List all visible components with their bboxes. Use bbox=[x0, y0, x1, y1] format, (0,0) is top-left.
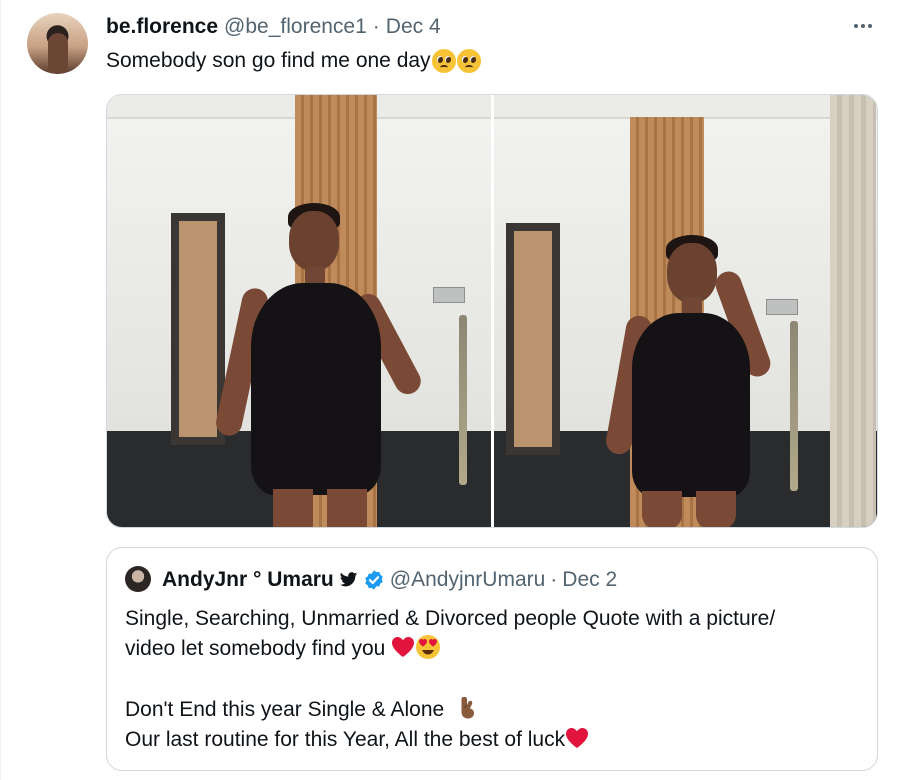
red-heart-emoji-icon bbox=[392, 637, 415, 657]
quoted-tweet-date: Dec 2 bbox=[562, 568, 618, 591]
timeline-divider bbox=[0, 0, 1, 780]
quoted-text-line: video let somebody find you bbox=[125, 634, 855, 664]
quoted-text-segment: Don't End this year Single & Alone bbox=[125, 698, 445, 721]
quoted-text-segment: video let somebody find you bbox=[125, 637, 386, 660]
tweet-date[interactable]: Dec 4 bbox=[386, 15, 441, 39]
photo-1[interactable] bbox=[107, 95, 491, 527]
author-avatar[interactable] bbox=[27, 13, 88, 74]
more-options-icon[interactable] bbox=[849, 14, 877, 38]
quoted-author-handle: @AndyjnrUmaru bbox=[389, 568, 546, 591]
verified-badge-icon bbox=[365, 570, 383, 590]
pleading-face-emoji-icon bbox=[456, 49, 481, 73]
heart-eyes-emoji-icon bbox=[416, 635, 441, 659]
quoted-text-line: Single, Searching, Unmarried & Divorced … bbox=[125, 607, 776, 630]
author-display-name[interactable]: be.florence bbox=[106, 15, 218, 39]
tweet-text-content: Somebody son go find me one day bbox=[106, 49, 431, 72]
photo-2[interactable] bbox=[493, 95, 877, 527]
quoted-text-segment: Our last routine for this Year, All the … bbox=[125, 728, 566, 751]
tweet-text: Somebody son go find me one day bbox=[106, 47, 481, 75]
quoted-author-display-name: AndyJnr ° Umaru bbox=[162, 568, 334, 591]
quoted-author-avatar bbox=[125, 566, 151, 592]
pleading-face-emoji-icon bbox=[431, 49, 456, 73]
twitter-bird-icon bbox=[339, 572, 357, 587]
quoted-tweet-header: AndyJnr ° Umaru @AndyjnrUmaru · Dec 2 bbox=[162, 566, 617, 594]
author-handle[interactable]: @be_florence1 bbox=[224, 15, 367, 39]
quoted-tweet[interactable]: AndyJnr ° Umaru @AndyjnrUmaru · Dec 2 Si… bbox=[106, 547, 878, 771]
separator-dot: · bbox=[372, 15, 380, 38]
pinching-hand-emoji-icon bbox=[461, 697, 475, 719]
quoted-text-line: Our last routine for this Year, All the … bbox=[125, 725, 855, 755]
media-grid bbox=[106, 94, 878, 528]
quoted-separator-dot: · bbox=[550, 568, 558, 591]
quoted-tweet-text: Single, Searching, Unmarried & Divorced … bbox=[125, 604, 855, 755]
tweet-header: be.florence @be_florence1 · Dec 4 bbox=[106, 14, 441, 40]
quoted-text-line: Don't End this year Single & Alone bbox=[125, 694, 855, 725]
red-heart-emoji-icon bbox=[566, 728, 589, 748]
